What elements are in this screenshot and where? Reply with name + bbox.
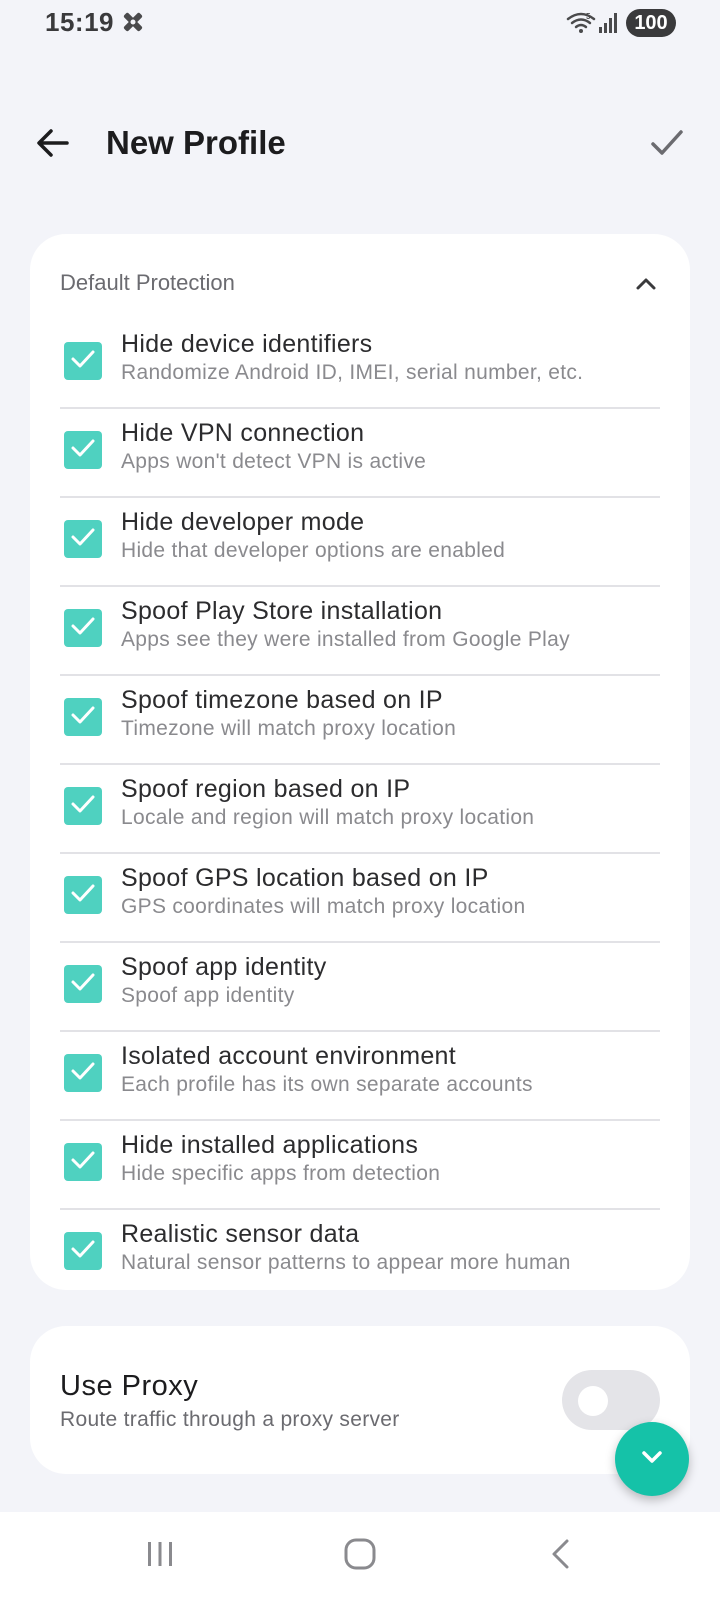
option-description: GPS coordinates will match proxy locatio…: [121, 895, 526, 918]
option-checkbox[interactable]: [64, 787, 102, 825]
recents-button[interactable]: [136, 1532, 184, 1580]
protection-options-list: Hide device identifiers Randomize Android…: [60, 320, 660, 1297]
system-nav-bar: [0, 1512, 720, 1600]
option-description: Hide specific apps from detection: [121, 1162, 441, 1185]
option-title: Spoof GPS location based on IP: [121, 864, 489, 892]
protection-option-row[interactable]: Spoof region based on IP Locale and regio…: [60, 765, 660, 854]
section-header: Default Protection: [30, 264, 690, 310]
protection-option-row[interactable]: Hide developer mode Hide that developer o…: [60, 498, 660, 587]
use-proxy-toggle[interactable]: [562, 1370, 660, 1430]
protection-option-row[interactable]: Spoof timezone based on IP Timezone will …: [60, 676, 660, 765]
wifi-icon: 5: [566, 10, 596, 36]
status-bar: 15:19 5 100: [0, 0, 720, 48]
scroll-down-button[interactable]: [615, 1422, 689, 1496]
back-button[interactable]: [30, 122, 76, 168]
option-checkbox[interactable]: [64, 609, 102, 647]
option-title: Spoof region based on IP: [121, 775, 411, 803]
check-icon: [68, 611, 98, 646]
battery-indicator: 100: [626, 9, 676, 37]
check-icon: [68, 433, 98, 468]
check-icon: [68, 700, 98, 735]
option-description: Timezone will match proxy location: [121, 717, 457, 740]
option-checkbox[interactable]: [64, 698, 102, 736]
protection-option-row[interactable]: Hide installed applications Hide specific…: [60, 1121, 660, 1210]
option-title: Isolated account environment: [121, 1042, 456, 1070]
protection-option-row[interactable]: Spoof Play Store installation Apps see th…: [60, 587, 660, 676]
option-title: Hide developer mode: [121, 508, 365, 536]
app-bar: New Profile: [0, 100, 720, 190]
check-icon: [68, 344, 98, 379]
protection-option-row[interactable]: Hide VPN connection Apps won't detect VPN…: [60, 409, 660, 498]
notification-icon: [121, 10, 145, 34]
arrow-left-icon: [35, 125, 71, 166]
option-checkbox[interactable]: [64, 965, 102, 1003]
option-description: Natural sensor patterns to appear more h…: [121, 1251, 571, 1274]
protection-option-row[interactable]: Hide device identifiers Randomize Android…: [60, 320, 660, 409]
option-description: Apps see they were installed from Google…: [121, 628, 570, 651]
option-description: Hide that developer options are enabled: [121, 539, 506, 562]
option-title: Realistic sensor data: [121, 1220, 360, 1248]
svg-text:5: 5: [586, 12, 591, 21]
protection-option-row[interactable]: Spoof GPS location based on IP GPS coordi…: [60, 854, 660, 943]
default-protection-card: Default Protection Hide device identifie…: [30, 234, 690, 1290]
signal-icon: [598, 12, 620, 34]
option-title: Spoof app identity: [121, 953, 327, 981]
check-icon: [649, 125, 685, 166]
check-icon: [68, 789, 98, 824]
save-button[interactable]: [644, 122, 690, 168]
option-title: Spoof timezone based on IP: [121, 686, 443, 714]
chevron-down-icon: [637, 1442, 667, 1477]
option-checkbox[interactable]: [64, 431, 102, 469]
home-icon: [343, 1537, 377, 1576]
option-description: Randomize Android ID, IMEI, serial numbe…: [121, 361, 584, 384]
check-icon: [68, 522, 98, 557]
recents-icon: [143, 1537, 177, 1576]
protection-option-row[interactable]: Spoof app identity Spoof app identity: [60, 943, 660, 1032]
toggle-knob: [578, 1386, 608, 1416]
use-proxy-card: Use Proxy Route traffic through a proxy …: [30, 1326, 690, 1474]
proxy-description: Route traffic through a proxy server: [60, 1408, 400, 1431]
chevron-up-icon: [634, 272, 658, 301]
option-description: Locale and region will match proxy locat…: [121, 806, 535, 829]
home-button[interactable]: [336, 1532, 384, 1580]
status-time: 15:19: [45, 7, 114, 37]
option-checkbox[interactable]: [64, 1054, 102, 1092]
option-checkbox[interactable]: [64, 342, 102, 380]
option-description: Spoof app identity: [121, 984, 295, 1007]
option-checkbox[interactable]: [64, 876, 102, 914]
check-icon: [68, 1056, 98, 1091]
option-title: Hide device identifiers: [121, 330, 373, 358]
nav-back-button[interactable]: [538, 1532, 586, 1580]
option-checkbox[interactable]: [64, 520, 102, 558]
option-checkbox[interactable]: [64, 1232, 102, 1270]
check-icon: [68, 878, 98, 913]
back-icon: [545, 1537, 579, 1576]
option-description: Apps won't detect VPN is active: [121, 450, 427, 473]
check-icon: [68, 1145, 98, 1180]
protection-option-row[interactable]: Isolated account environment Each profile…: [60, 1032, 660, 1121]
option-description: Each profile has its own separate accoun…: [121, 1073, 533, 1096]
check-icon: [68, 1234, 98, 1269]
collapse-button[interactable]: [626, 266, 666, 306]
proxy-title: Use Proxy: [60, 1370, 199, 1402]
option-title: Spoof Play Store installation: [121, 597, 443, 625]
option-checkbox[interactable]: [64, 1143, 102, 1181]
section-title: Default Protection: [60, 270, 235, 295]
option-title: Hide installed applications: [121, 1131, 419, 1159]
page-title: New Profile: [106, 124, 286, 161]
protection-option-row[interactable]: Realistic sensor data Natural sensor patt…: [60, 1210, 660, 1297]
check-icon: [68, 967, 98, 1002]
option-title: Hide VPN connection: [121, 419, 365, 447]
